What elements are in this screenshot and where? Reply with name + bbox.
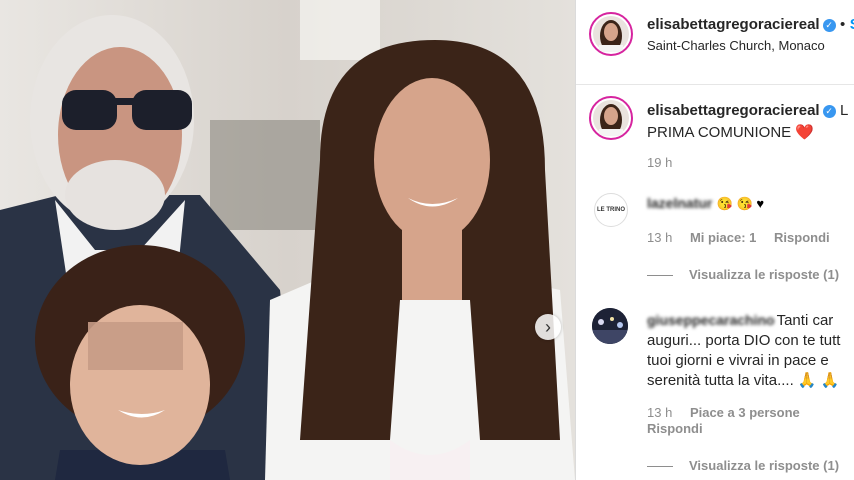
verified-badge-icon: ✓ [822,105,836,118]
comment: lazelnatur 😘 😘 ♥ [647,195,764,213]
caption-text-start: L [840,102,849,119]
post-photo[interactable]: › [0,0,575,480]
caption-avatar[interactable] [589,96,633,140]
dot-separator: • [840,16,846,33]
post-header: elisabettagregoraciereal✓ • S Saint-Char… [576,0,854,85]
commenter-avatar[interactable] [592,308,628,344]
avatar-image [592,308,628,344]
comment-likes[interactable]: Mi piace: 1 [690,230,756,245]
blurred-face [88,322,183,370]
comment-likes[interactable]: Piace a 3 persone [690,405,800,420]
chevron-right-icon: › [545,317,551,337]
comment-text: Tanti car [776,312,834,329]
caption-text: PRIMA COMUNIONE [647,124,792,141]
verified-badge-icon: ✓ [822,19,836,32]
view-replies-label: Visualizza le risposte (1) [689,267,840,282]
comment-username[interactable]: lazelnatur [647,195,712,211]
view-replies-label: Visualizza le risposte (1) [689,458,840,473]
author-avatar[interactable] [589,12,633,56]
caption-username[interactable]: elisabettagregoraciereal [647,102,820,119]
view-replies-button[interactable]: Visualizza le risposte (1) [647,267,839,282]
caption-time[interactable]: 19 h [647,155,672,170]
reply-label: Rispondi [647,421,703,436]
replies-divider [647,466,673,468]
heart-emoji: ❤️ [795,124,815,141]
comments-panel: elisabettagregoraciereal✓ • S Saint-Char… [575,0,854,480]
reply-button[interactable]: Rispondi [647,421,703,436]
comment-username[interactable]: giuseppecarachino [647,312,775,328]
avatar-image [593,100,629,136]
comment-meta: 13 h Piace a 3 persone [647,405,800,420]
comment: giuseppecarachino Tanti car auguri... por… [647,310,854,391]
comment-time[interactable]: 13 h [647,230,672,245]
commenter-avatar[interactable]: LE TRINO [594,193,628,227]
reply-button[interactable]: Rispondi [774,230,830,245]
comment-line: tuoi giorni e vivrai in pace e [647,352,829,369]
replies-divider [647,275,673,277]
author-username[interactable]: elisabettagregoraciereal [647,16,820,33]
view-replies-button[interactable]: Visualizza le risposte (1) [647,458,839,473]
location-link[interactable]: Saint-Charles Church, Monaco [647,38,825,53]
comment-meta: 13 h Mi piace: 1 Rispondi [647,230,830,245]
avatar-logo-text: LE TRINO [597,207,625,213]
post-image [0,0,575,480]
comment-text: 😘 😘 ♥ [716,196,765,211]
next-image-button[interactable]: › [535,314,561,340]
avatar-image [593,16,629,52]
comment-line: serenità tutta la vita.... 🙏 🙏 [647,372,840,389]
comment-line: auguri... porta DIO con te tutt [647,332,841,349]
comment-time[interactable]: 13 h [647,405,672,420]
follow-button[interactable]: S [850,16,854,33]
caption: elisabettagregoraciereal ✓ L PRIMA COMUNI… [647,100,854,144]
